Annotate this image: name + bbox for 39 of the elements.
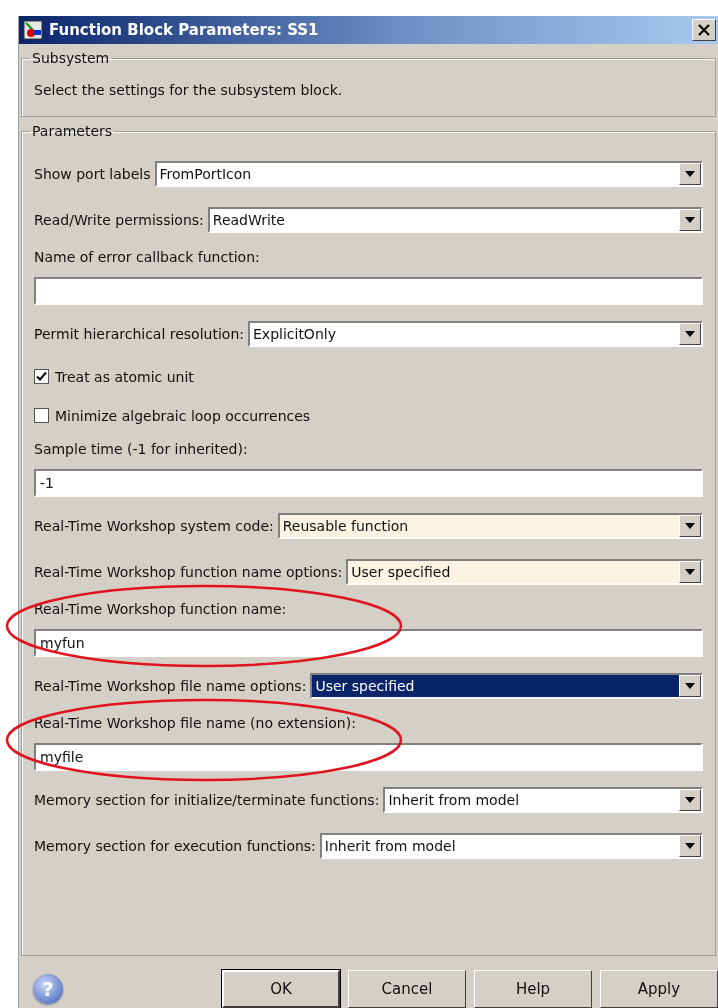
field-label: Read/Write permissions: bbox=[34, 212, 204, 228]
close-icon[interactable] bbox=[697, 23, 711, 37]
field-label: Memory section for initialize/terminate functions: bbox=[34, 792, 380, 808]
field-label: Memory section for execution functions: bbox=[34, 838, 316, 854]
input-field[interactable]: -1 bbox=[34, 469, 703, 497]
dropdown[interactable]: ExplicitOnly bbox=[248, 321, 703, 347]
field-label: Real-Time Workshop system code: bbox=[34, 518, 274, 534]
window-title: Function Block Parameters: SS1 bbox=[49, 21, 320, 39]
dropdown[interactable]: User specified bbox=[310, 673, 703, 699]
dialog-button[interactable]: OK bbox=[222, 970, 340, 1008]
checkbox-label: Treat as atomic unit bbox=[55, 368, 194, 385]
dropdown[interactable]: FromPortIcon bbox=[154, 161, 703, 187]
description-text: Select the settings for the subsystem block. bbox=[34, 81, 344, 100]
field-label: Real-Time Workshop function name: bbox=[34, 601, 288, 617]
field-label: Real-Time Workshop file name (no extension): bbox=[34, 715, 357, 731]
input-field[interactable] bbox=[34, 277, 703, 305]
field-label: Real-Time Workshop function name options: bbox=[34, 564, 343, 580]
dropdown[interactable]: Reusable function bbox=[277, 513, 703, 539]
dropdown[interactable]: Inherit from model bbox=[383, 787, 703, 813]
dropdown[interactable]: ReadWrite bbox=[207, 207, 703, 233]
input-field[interactable]: myfun bbox=[34, 629, 703, 657]
input-field[interactable]: myfile bbox=[34, 743, 703, 771]
field-label: Name of error callback function: bbox=[34, 249, 261, 265]
dropdown[interactable]: Inherit from model bbox=[319, 833, 703, 859]
field-label: Real-Time Workshop file name options: bbox=[34, 678, 307, 694]
group-title: Parameters bbox=[31, 123, 114, 139]
dialog-button[interactable]: Cancel bbox=[348, 970, 466, 1008]
close-button[interactable] bbox=[692, 19, 716, 41]
group-title: Subsystem bbox=[31, 50, 111, 66]
field-label: Sample time (-1 for inherited): bbox=[34, 441, 249, 457]
checkbox[interactable] bbox=[34, 408, 49, 423]
checkbox-label: Minimize algebraic loop occurrences bbox=[55, 407, 311, 424]
dropdown[interactable]: User specified bbox=[346, 559, 703, 585]
dialog-button[interactable]: Apply bbox=[600, 970, 718, 1008]
field-label: Permit hierarchical resolution: bbox=[34, 326, 244, 342]
field-label: Show port labels bbox=[34, 166, 151, 182]
checkbox[interactable] bbox=[34, 369, 49, 384]
dialog-button[interactable]: Help bbox=[474, 970, 592, 1008]
block-diagram-icon bbox=[23, 20, 43, 40]
